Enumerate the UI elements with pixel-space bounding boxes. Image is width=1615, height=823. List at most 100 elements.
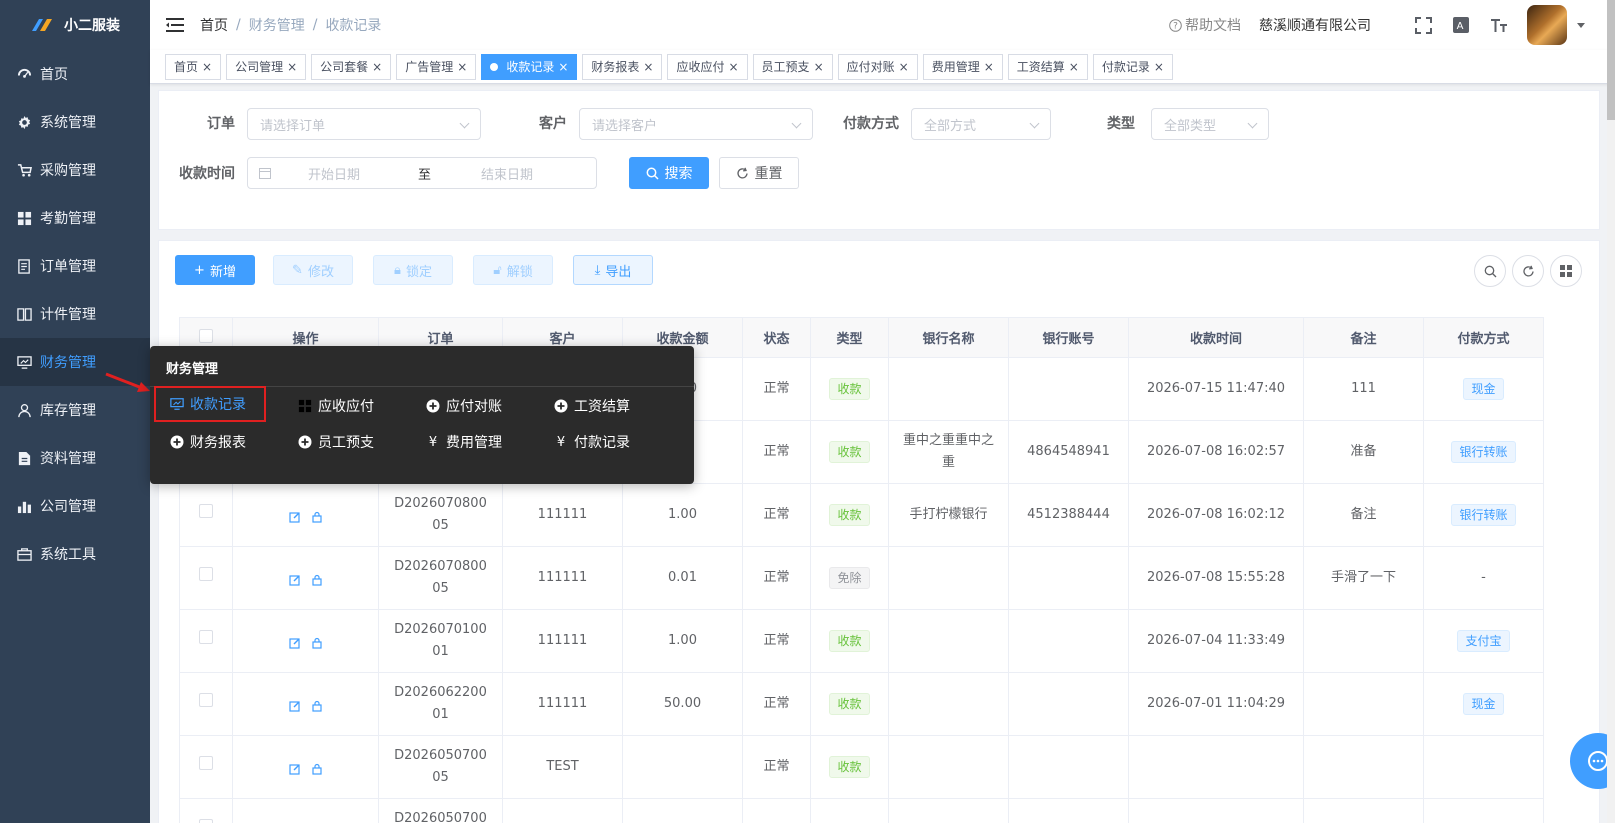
sidebar-item[interactable]: 采购管理 <box>0 146 150 194</box>
close-icon[interactable]: × <box>899 60 909 74</box>
table-row[interactable]: D202606220001 111111 50.00 正常 收款 2026-07-01 1… <box>179 672 1544 736</box>
sidebar-item[interactable]: 订单管理 <box>0 242 150 290</box>
search-toggle-button[interactable] <box>1474 255 1506 287</box>
tab-tag[interactable]: 应收应付 × <box>667 53 748 80</box>
row-checkbox[interactable] <box>199 756 213 770</box>
lock-icon[interactable] <box>311 635 323 649</box>
fullscreen-icon[interactable] <box>1413 15 1433 35</box>
font-size-icon[interactable] <box>1489 15 1509 35</box>
close-icon[interactable]: × <box>457 60 467 74</box>
lock-icon[interactable] <box>311 761 323 775</box>
search-button[interactable]: 搜索 <box>629 157 709 189</box>
sidebar-item[interactable]: 系统工具 <box>0 530 150 578</box>
popup-menu-item[interactable]: 员工预支 <box>298 432 374 452</box>
edit-icon[interactable] <box>288 509 301 523</box>
sidebar-item[interactable]: 公司管理 <box>0 482 150 530</box>
edit-button[interactable]: ✎ 修改 <box>273 255 353 285</box>
lock-icon[interactable] <box>311 572 323 586</box>
row-checkbox[interactable] <box>199 630 213 644</box>
export-button[interactable]: ⤓ 导出 <box>573 255 653 285</box>
row-checkbox[interactable] <box>199 693 213 707</box>
hamburger-icon[interactable] <box>166 17 184 33</box>
refresh-button[interactable] <box>1512 255 1544 287</box>
add-button[interactable]: + 新增 <box>175 255 255 285</box>
row-checkbox[interactable] <box>199 819 213 823</box>
actions-cell <box>232 609 379 673</box>
sidebar-item[interactable]: 系统管理 <box>0 98 150 146</box>
time-cell <box>1128 798 1304 823</box>
order-label: 订单 <box>207 116 235 132</box>
sidebar-item[interactable]: 考勤管理 <box>0 194 150 242</box>
sidebar-item[interactable]: 首页 <box>0 50 150 98</box>
edit-icon[interactable] <box>288 698 301 712</box>
tab-tag[interactable]: 费用管理 × <box>922 53 1003 80</box>
unlock-button[interactable]: 🔓︎ 解锁 <box>473 255 553 285</box>
tab-tag[interactable]: 员工预支 × <box>752 53 833 80</box>
close-icon[interactable]: × <box>643 60 653 74</box>
sidebar-item[interactable]: 资料管理 <box>0 434 150 482</box>
table-row[interactable]: D20260507000 <box>179 798 1544 823</box>
tab-tag[interactable]: 公司管理 × <box>226 53 307 80</box>
popup-menu-item[interactable]: 应付对账 <box>426 396 502 416</box>
table-row[interactable]: D202607010001 111111 1.00 正常 收款 2026-07-04 11… <box>179 609 1544 673</box>
close-icon[interactable]: × <box>372 60 382 74</box>
actions-cell <box>232 735 379 799</box>
popup-menu-item[interactable]: 工资结算 <box>554 396 630 416</box>
type-select[interactable]: 全部类型 <box>1151 108 1269 140</box>
tab-tag[interactable]: 工资结算 × <box>1007 53 1088 80</box>
pay-method-select[interactable]: 全部方式 <box>911 108 1051 140</box>
end-date[interactable]: 结束日期 <box>481 164 533 183</box>
scrollbar-thumb[interactable] <box>1607 0 1615 120</box>
scrollbar[interactable] <box>1607 0 1615 823</box>
tab-tag[interactable]: 付款记录 × <box>1092 53 1173 80</box>
popup-menu-item[interactable]: ¥ 费用管理 <box>426 432 502 452</box>
date-range-picker[interactable]: 开始日期 至 结束日期 <box>247 157 597 189</box>
table-row[interactable]: D202607080005 111111 0.01 正常 免除 2026-07-08 15… <box>179 546 1544 610</box>
start-date[interactable]: 开始日期 <box>308 164 408 183</box>
tab-tag[interactable]: 应付对账 × <box>837 53 918 80</box>
edit-icon[interactable] <box>288 572 301 586</box>
chevron-down-icon[interactable] <box>1577 22 1585 28</box>
reset-button[interactable]: 重置 <box>719 157 799 189</box>
customer-select[interactable]: 请选择客户 <box>579 108 813 140</box>
close-icon[interactable]: × <box>202 60 212 74</box>
avatar[interactable] <box>1527 5 1567 45</box>
order-select[interactable]: 请选择订单 <box>247 108 481 140</box>
close-icon[interactable]: × <box>814 60 824 74</box>
breadcrumb-home[interactable]: 首页 <box>200 15 228 35</box>
row-checkbox[interactable] <box>199 504 213 518</box>
edit-icon[interactable] <box>288 761 301 775</box>
tab-tag[interactable]: 公司套餐 × <box>311 53 392 80</box>
table-row[interactable]: D202607080005 111111 1.00 正常 收款 手打柠檬银行 4512388… <box>179 483 1544 547</box>
language-icon[interactable]: A <box>1451 15 1471 35</box>
close-icon[interactable]: × <box>1069 60 1079 74</box>
close-icon[interactable]: × <box>558 60 568 74</box>
sidebar-item[interactable]: 计件管理 <box>0 290 150 338</box>
popup-menu-item[interactable]: 收款记录 <box>154 386 266 422</box>
close-icon[interactable]: × <box>1154 60 1164 74</box>
popup-menu-item[interactable]: 财务报表 <box>170 432 246 452</box>
edit-icon[interactable] <box>288 635 301 649</box>
close-icon[interactable]: × <box>287 60 297 74</box>
close-icon[interactable]: × <box>984 60 994 74</box>
select-all-checkbox[interactable] <box>199 328 213 343</box>
lock-icon[interactable] <box>311 698 323 712</box>
app-logo[interactable]: 小二服装 <box>0 0 150 50</box>
tab-tag[interactable]: 财务报表 × <box>582 53 663 80</box>
lock-icon[interactable] <box>311 509 323 523</box>
close-icon[interactable]: × <box>728 60 738 74</box>
tab-tag[interactable]: 收款记录 × <box>481 53 578 80</box>
tab-tag[interactable]: 广告管理 × <box>396 53 477 80</box>
table-row[interactable]: D202605070005 TEST 正常 收款 <box>179 735 1544 799</box>
columns-button[interactable] <box>1550 255 1582 287</box>
help-docs-link[interactable]: ? 帮助文档 <box>1169 15 1241 35</box>
tab-tag[interactable]: 首页 × <box>165 53 222 80</box>
popup-menu-item[interactable]: 应收应付 <box>298 396 374 416</box>
breadcrumb-finance[interactable]: 财务管理 <box>249 15 305 35</box>
popup-menu-item[interactable]: ¥ 付款记录 <box>554 432 630 452</box>
chevron-down-icon <box>459 118 470 129</box>
lock-button[interactable]: 🔒︎ 锁定 <box>373 255 453 285</box>
sidebar-item-label: 资料管理 <box>40 451 96 467</box>
row-checkbox[interactable] <box>199 567 213 581</box>
time-label: 收款时间 <box>179 166 235 182</box>
